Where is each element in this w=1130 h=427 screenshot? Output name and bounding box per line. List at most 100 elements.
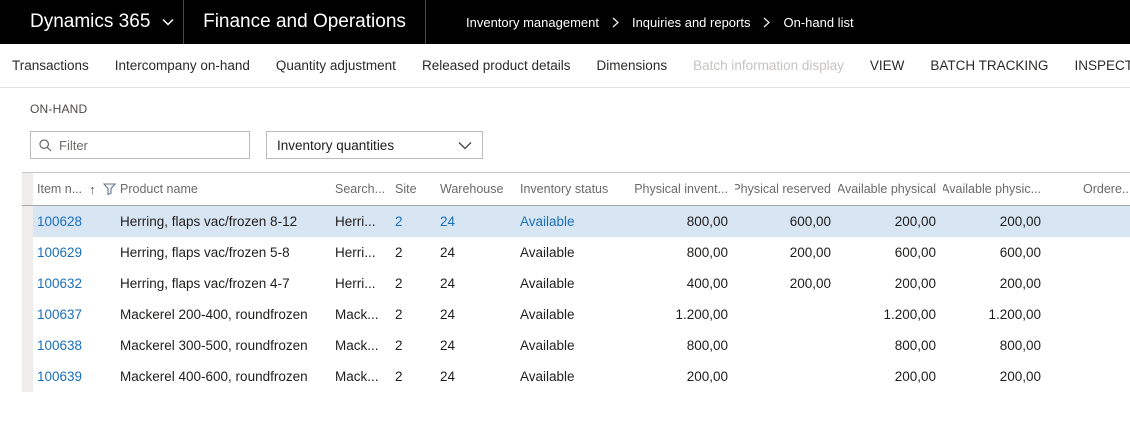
- view-selector-dropdown[interactable]: Inventory quantities: [266, 131, 483, 159]
- physical-reserved-cell: 200,00: [789, 245, 831, 260]
- column-header-site[interactable]: Site: [395, 173, 440, 205]
- table-row[interactable]: 100637 Mackerel 200-400, roundfrozen Mac…: [22, 299, 1130, 330]
- search-name-cell: Mack...: [335, 307, 379, 322]
- menu-intercompany-on-hand[interactable]: Intercompany on-hand: [115, 58, 250, 73]
- search-name-cell: Mack...: [335, 369, 379, 384]
- table-row[interactable]: 100638 Mackerel 300-500, roundfrozen Mac…: [22, 330, 1130, 361]
- warehouse-cell: 24: [440, 369, 456, 384]
- view-selector-value: Inventory quantities: [277, 137, 395, 153]
- column-header-warehouse[interactable]: Warehouse: [440, 173, 520, 205]
- column-header-available-physical[interactable]: Available physical: [838, 173, 943, 205]
- available-physical-cell: 600,00: [894, 245, 936, 260]
- app-title[interactable]: Finance and Operations: [184, 0, 425, 44]
- available-physical-2-cell: 200,00: [999, 276, 1041, 291]
- table-row[interactable]: 100639 Mackerel 400-600, roundfrozen Mac…: [22, 361, 1130, 392]
- row-selector-gutter[interactable]: [22, 299, 33, 330]
- chevron-right-icon: [763, 16, 771, 28]
- menu-inspect[interactable]: INSPECT: [1074, 58, 1130, 73]
- column-header-inventory-status[interactable]: Inventory status: [520, 173, 630, 205]
- search-name-cell: Herri...: [335, 276, 376, 291]
- inventory-status-cell[interactable]: Available: [520, 206, 630, 237]
- search-name-cell: Herri...: [335, 214, 376, 229]
- physical-inventory-cell: 800,00: [686, 214, 728, 229]
- physical-reserved-cell: [735, 361, 838, 392]
- column-header-search-name[interactable]: Search...: [335, 173, 395, 205]
- menu-dimensions[interactable]: Dimensions: [597, 58, 668, 73]
- inventory-status-cell: Available: [520, 307, 575, 322]
- available-physical-2-cell: 800,00: [999, 338, 1041, 353]
- column-header-physical-reserved[interactable]: Physical reserved: [735, 173, 838, 205]
- physical-inventory-cell: 800,00: [686, 338, 728, 353]
- site-cell: 2: [395, 369, 403, 384]
- column-header-physical-inventory[interactable]: Physical invent...: [630, 173, 735, 205]
- inventory-status-cell: Available: [520, 369, 575, 384]
- available-physical-cell: 200,00: [894, 276, 936, 291]
- row-selector-gutter[interactable]: [22, 268, 33, 299]
- header-gutter: [22, 173, 33, 205]
- warehouse-cell: 24: [440, 245, 456, 260]
- row-selector-gutter[interactable]: [22, 237, 33, 268]
- dynamics365-menu-button[interactable]: Dynamics 365: [0, 0, 183, 44]
- site-cell: 2: [395, 338, 403, 353]
- product-name-cell: Mackerel 400-600, roundfrozen: [120, 369, 308, 384]
- item-number-link[interactable]: 100638: [33, 330, 120, 361]
- on-hand-grid: Item n... ↑ Product name Search... Site …: [22, 172, 1130, 392]
- top-navigation-bar: Dynamics 365 Finance and Operations Inve…: [0, 0, 1130, 44]
- breadcrumb-section[interactable]: Inquiries and reports: [632, 15, 751, 30]
- column-header-item-number[interactable]: Item n... ↑: [33, 173, 120, 205]
- table-row[interactable]: 100628 Herring, flaps vac/frozen 8-12 He…: [22, 206, 1130, 237]
- search-name-cell: Mack...: [335, 338, 379, 353]
- available-physical-cell: 800,00: [894, 338, 936, 353]
- filter-input[interactable]: [59, 137, 241, 153]
- column-header-label: Item n...: [37, 182, 83, 196]
- available-physical-cell: 200,00: [894, 214, 936, 229]
- topbar-divider: [425, 0, 426, 44]
- ordered-cell: [1048, 361, 1130, 392]
- filter-funnel-icon[interactable]: [102, 183, 116, 195]
- item-number-link[interactable]: 100628: [33, 206, 120, 237]
- warehouse-cell: 24: [440, 338, 456, 353]
- available-physical-2-cell: 200,00: [999, 214, 1041, 229]
- physical-reserved-cell: [735, 299, 838, 330]
- chevron-right-icon: [612, 16, 619, 28]
- site-cell: 2: [395, 307, 403, 322]
- available-physical-2-cell: 200,00: [999, 369, 1041, 384]
- warehouse-cell[interactable]: 24: [440, 206, 520, 237]
- breadcrumb-page[interactable]: On-hand list: [783, 15, 853, 30]
- table-row[interactable]: 100629 Herring, flaps vac/frozen 5-8 Her…: [22, 237, 1130, 268]
- menu-quantity-adjustment[interactable]: Quantity adjustment: [276, 58, 396, 73]
- physical-inventory-cell: 800,00: [686, 245, 728, 260]
- search-icon: [39, 138, 52, 152]
- menu-batch-tracking[interactable]: BATCH TRACKING: [930, 58, 1048, 73]
- physical-inventory-cell: 400,00: [686, 276, 728, 291]
- filter-input-container[interactable]: [30, 131, 250, 159]
- table-row[interactable]: 100632 Herring, flaps vac/frozen 4-7 Her…: [22, 268, 1130, 299]
- warehouse-cell: 24: [440, 307, 456, 322]
- section-title-on-hand: ON-HAND: [30, 102, 88, 116]
- column-header-available-physical-2[interactable]: Available physic...: [943, 173, 1048, 205]
- warehouse-cell: 24: [440, 276, 456, 291]
- available-physical-cell: 200,00: [894, 369, 936, 384]
- column-header-ordered[interactable]: Ordere...: [1048, 173, 1130, 205]
- breadcrumb-module[interactable]: Inventory management: [466, 15, 599, 30]
- row-selector-gutter[interactable]: [22, 361, 33, 392]
- brand-label: Dynamics 365: [30, 11, 151, 32]
- item-number-link[interactable]: 100632: [33, 268, 120, 299]
- product-name-cell: Mackerel 200-400, roundfrozen: [120, 307, 308, 322]
- item-number-link[interactable]: 100639: [33, 361, 120, 392]
- row-selector-gutter[interactable]: [22, 206, 33, 237]
- menu-released-product-details[interactable]: Released product details: [422, 58, 571, 73]
- product-name-cell: Mackerel 300-500, roundfrozen: [120, 338, 308, 353]
- site-cell[interactable]: 2: [395, 206, 440, 237]
- available-physical-2-cell: 600,00: [999, 245, 1041, 260]
- menu-view[interactable]: VIEW: [870, 58, 905, 73]
- menu-transactions[interactable]: Transactions: [12, 58, 89, 73]
- ordered-cell: [1048, 299, 1130, 330]
- item-number-link[interactable]: 100637: [33, 299, 120, 330]
- physical-inventory-cell: 1.200,00: [675, 307, 728, 322]
- physical-inventory-cell: 200,00: [686, 369, 728, 384]
- column-header-product-name[interactable]: Product name: [120, 173, 335, 205]
- item-number-link[interactable]: 100629: [33, 237, 120, 268]
- row-selector-gutter[interactable]: [22, 330, 33, 361]
- inventory-status-cell: Available: [520, 338, 575, 353]
